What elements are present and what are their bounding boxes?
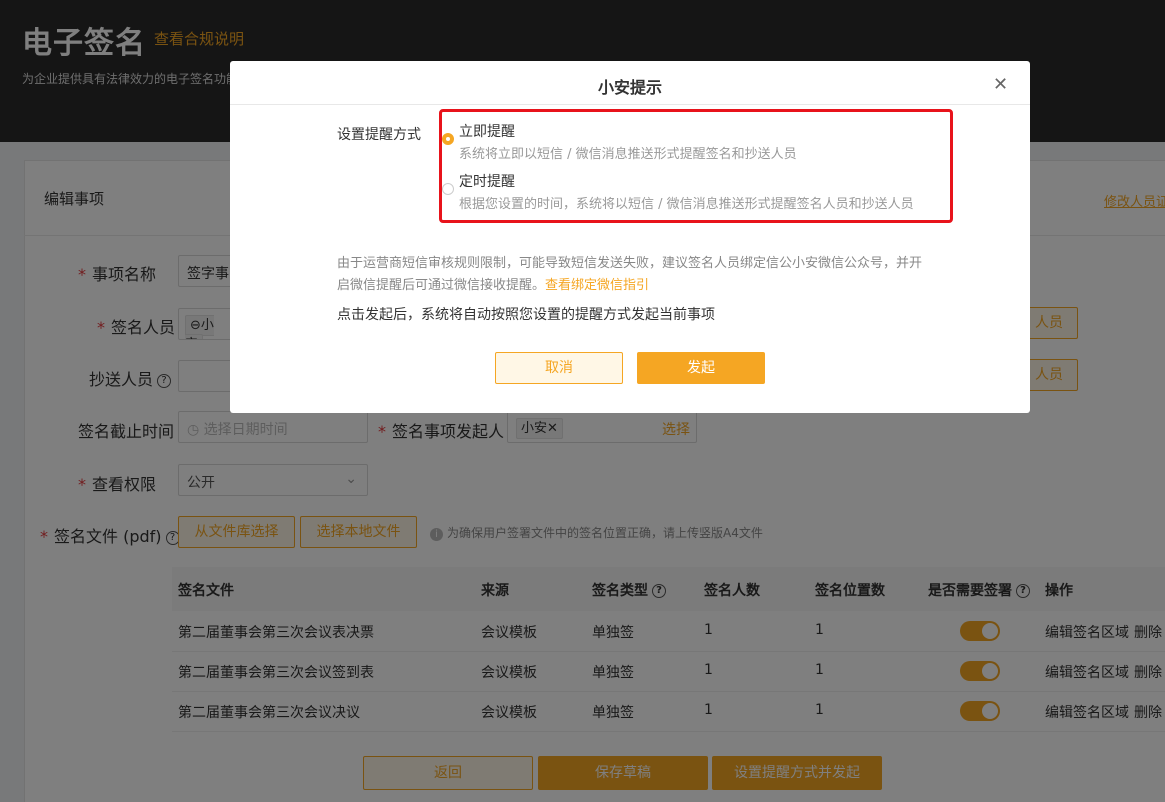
- sms-notice: 由于运营商短信审核规则限制，可能导致短信发送失败，建议签名人员绑定信公小安微信公…: [337, 256, 923, 293]
- wechat-guide-link[interactable]: 查看绑定微信指引: [545, 278, 649, 293]
- reminder-label: 设置提醒方式: [337, 127, 421, 143]
- close-icon[interactable]: ✕: [993, 74, 1008, 95]
- dialog-title: 小安提示: [597, 78, 662, 97]
- dialog-divider: [230, 104, 1030, 105]
- dialog-info: 点击发起后，系统将自动按照您设置的提醒方式发起当前事项: [337, 307, 715, 323]
- cancel-button[interactable]: 取消: [495, 352, 623, 384]
- highlight-box: [439, 109, 953, 223]
- confirm-send-button[interactable]: 发起: [637, 352, 765, 384]
